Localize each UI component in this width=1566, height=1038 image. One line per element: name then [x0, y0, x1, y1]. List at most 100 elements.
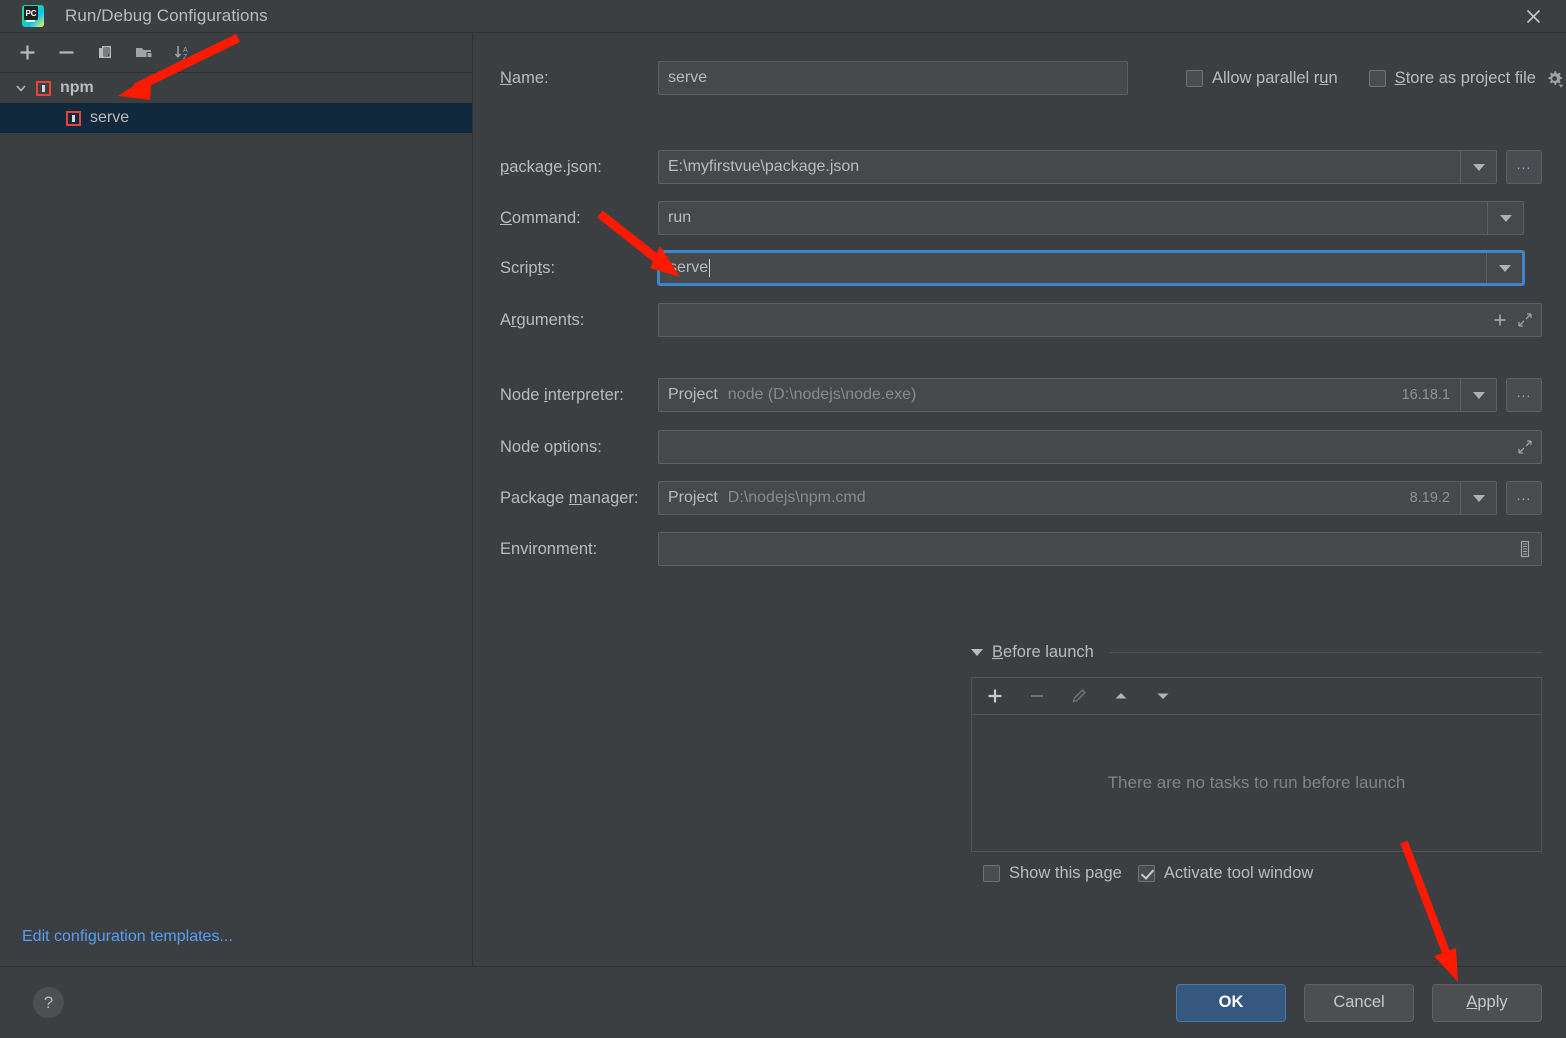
configurations-toolbar: A Z — [0, 33, 472, 73]
before-launch-panel: There are no tasks to run before launch — [971, 677, 1542, 852]
package-manager-combobox[interactable]: Project D:\nodejs\npm.cmd 8.19.2 — [658, 481, 1497, 515]
activate-tool-window-checkbox[interactable]: Activate tool window — [1137, 864, 1314, 883]
allow-parallel-run-box[interactable] — [1186, 69, 1203, 87]
name-row: Name: serve Allow parallel run Store as … — [473, 61, 1566, 95]
divider — [1108, 652, 1542, 653]
chevron-down-icon[interactable] — [1460, 151, 1496, 183]
svg-text:A: A — [183, 47, 188, 54]
environment-icons — [1517, 533, 1533, 565]
package-manager-scope: Project — [668, 489, 718, 506]
ok-button[interactable]: OK — [1176, 983, 1286, 1022]
tree-group-npm[interactable]: npm — [0, 73, 472, 103]
store-as-project-file-label: Store as project file — [1394, 68, 1536, 87]
environment-input[interactable] — [658, 532, 1542, 566]
package-json-value: E:\myfirstvue\package.json — [668, 158, 860, 175]
node-options-row: Node options: — [473, 430, 1542, 464]
remove-configuration-button[interactable] — [53, 40, 79, 66]
close-icon[interactable] — [1500, 0, 1566, 32]
package-json-row: package.json: E:\myfirstvue\package.json… — [473, 150, 1542, 184]
tree-item-serve-label: serve — [90, 109, 130, 126]
configurations-panel: A Z npm serve Edit configuration templat… — [0, 33, 473, 966]
bottom-options: Show this page Activate tool window — [983, 864, 1313, 883]
npm-icon — [66, 110, 81, 126]
environment-row: Environment: — [473, 532, 1542, 566]
copy-configuration-button[interactable] — [92, 40, 118, 66]
command-row: Command: run — [473, 201, 1524, 235]
chevron-down-icon[interactable] — [1460, 379, 1496, 411]
move-task-down-button[interactable] — [1152, 685, 1174, 707]
environment-list-icon[interactable] — [1517, 540, 1533, 558]
sort-configurations-button[interactable]: A Z — [170, 40, 196, 66]
activate-tool-window-label: Activate tool window — [1163, 864, 1314, 882]
node-options-input[interactable] — [658, 430, 1542, 464]
chevron-down-icon[interactable] — [1486, 253, 1522, 283]
svg-text:Z: Z — [183, 54, 188, 61]
edit-task-button[interactable] — [1068, 685, 1090, 707]
before-launch-empty-text: There are no tasks to run before launch — [1107, 773, 1406, 792]
configurations-tree: npm serve — [0, 73, 472, 966]
title-bar: Run/Debug Configurations — [0, 0, 1566, 32]
store-as-project-file-box[interactable] — [1368, 69, 1386, 87]
tree-item-serve[interactable]: serve — [0, 103, 472, 133]
dialog-footer: ? OK Cancel Apply — [0, 966, 1566, 1038]
chevron-down-icon[interactable] — [1487, 202, 1523, 234]
add-task-button[interactable] — [984, 685, 1006, 707]
expand-icon[interactable] — [1517, 312, 1533, 328]
package-json-combobox[interactable]: E:\myfirstvue\package.json — [658, 150, 1497, 184]
arguments-icons — [1492, 304, 1533, 336]
package-json-browse-button[interactable]: ... — [1506, 150, 1542, 184]
footer-buttons: OK Cancel Apply — [1176, 983, 1542, 1022]
node-interpreter-label: Node interpreter: — [500, 385, 624, 404]
name-input-value: serve — [668, 69, 708, 86]
arguments-label: Arguments: — [500, 310, 585, 329]
chevron-down-icon[interactable] — [971, 649, 983, 656]
show-this-page-label: Show this page — [1009, 864, 1122, 882]
node-interpreter-value: node (D:\nodejs\node.exe) — [727, 386, 917, 403]
show-this-page-checkbox[interactable]: Show this page — [983, 864, 1122, 883]
environment-label: Environment: — [500, 539, 598, 558]
move-into-folder-button[interactable] — [131, 40, 157, 66]
chevron-down-icon[interactable] — [12, 79, 30, 97]
node-options-icons — [1517, 431, 1533, 463]
scripts-value: serve — [669, 259, 709, 276]
expand-icon[interactable] — [1517, 439, 1533, 455]
run-debug-configurations-dialog: Run/Debug Configurations — [0, 0, 1566, 1038]
node-interpreter-combobox[interactable]: Project node (D:\nodejs\node.exe) 16.18.… — [658, 378, 1497, 412]
apply-button[interactable]: Apply — [1432, 983, 1542, 1022]
before-launch-toolbar — [972, 678, 1541, 715]
npm-icon — [36, 80, 51, 96]
node-options-label: Node options: — [500, 437, 602, 456]
add-configuration-button[interactable] — [14, 40, 40, 66]
arguments-input[interactable] — [658, 303, 1542, 337]
arguments-row: Arguments: — [473, 303, 1542, 337]
edit-configuration-templates-link[interactable]: Edit configuration templates... — [22, 928, 233, 946]
remove-task-button[interactable] — [1026, 685, 1048, 707]
move-task-up-button[interactable] — [1110, 685, 1132, 707]
command-combobox[interactable]: run — [658, 201, 1524, 235]
scripts-row: Scripts: serve — [473, 251, 1524, 285]
plus-icon[interactable] — [1492, 312, 1508, 328]
node-interpreter-scope: Project — [668, 386, 718, 403]
activate-tool-window-box[interactable] — [1137, 865, 1155, 882]
chevron-down-icon[interactable] — [1460, 482, 1496, 514]
store-as-project-file-checkbox[interactable]: Store as project file — [1368, 68, 1536, 88]
allow-parallel-run-checkbox[interactable]: Allow parallel run — [1186, 69, 1338, 88]
node-interpreter-browse-button[interactable]: ... — [1506, 378, 1542, 412]
before-launch-title: Before launch — [992, 643, 1094, 661]
scripts-combobox[interactable]: serve — [658, 251, 1524, 285]
name-input[interactable]: serve — [658, 61, 1128, 95]
package-json-label: package.json: — [500, 157, 602, 176]
tree-group-npm-label: npm — [60, 79, 94, 96]
node-interpreter-row: Node interpreter: Project node (D:\nodej… — [473, 378, 1542, 412]
gear-icon[interactable] — [1544, 68, 1565, 89]
help-icon[interactable]: ? — [33, 987, 64, 1018]
package-manager-version: 8.19.2 — [1409, 490, 1450, 506]
before-launch-header[interactable]: Before launch — [971, 643, 1542, 662]
command-value: run — [668, 209, 692, 226]
show-this-page-box[interactable] — [983, 865, 1000, 882]
cancel-button[interactable]: Cancel — [1304, 983, 1414, 1022]
command-label: Command: — [500, 208, 581, 227]
package-manager-browse-button[interactable]: ... — [1506, 481, 1542, 515]
package-manager-row: Package manager: Project D:\nodejs\npm.c… — [473, 481, 1542, 515]
package-manager-value: D:\nodejs\npm.cmd — [727, 489, 866, 506]
